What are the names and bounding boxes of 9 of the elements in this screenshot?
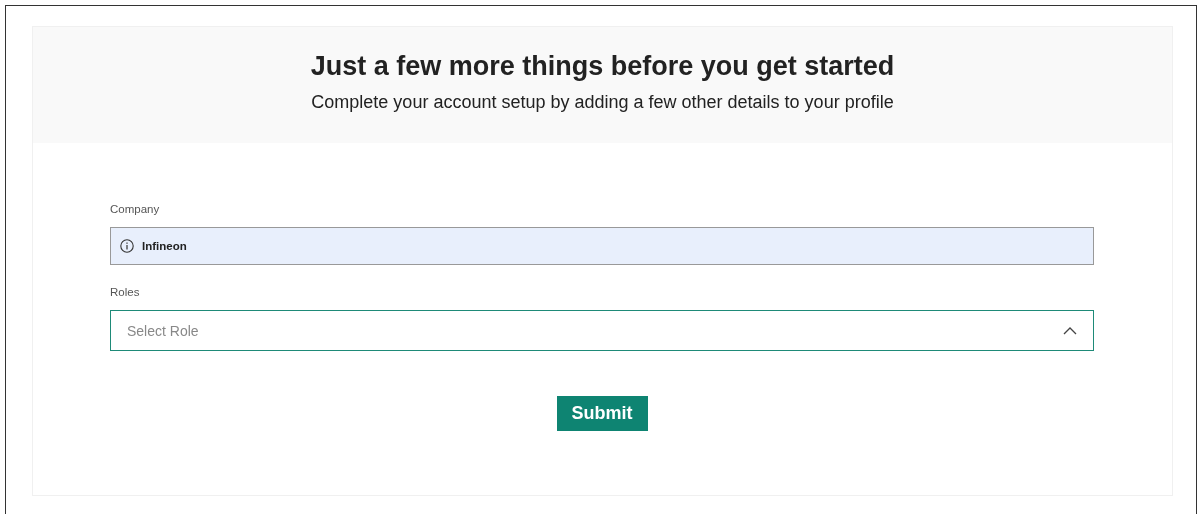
- role-dropdown[interactable]: Select Role: [110, 310, 1094, 351]
- page-title: Just a few more things before you get started: [310, 51, 895, 82]
- submit-button[interactable]: Submit: [556, 396, 648, 431]
- page-subtitle: Complete your account setup by adding a few other details to your profile: [311, 92, 894, 113]
- field-label: Roles: [110, 286, 141, 298]
- chevron-icon: [1063, 326, 1077, 335]
- info-icon: [120, 239, 134, 253]
- company-field[interactable]: Infineon: [110, 227, 1094, 265]
- field-label: Company: [110, 203, 161, 215]
